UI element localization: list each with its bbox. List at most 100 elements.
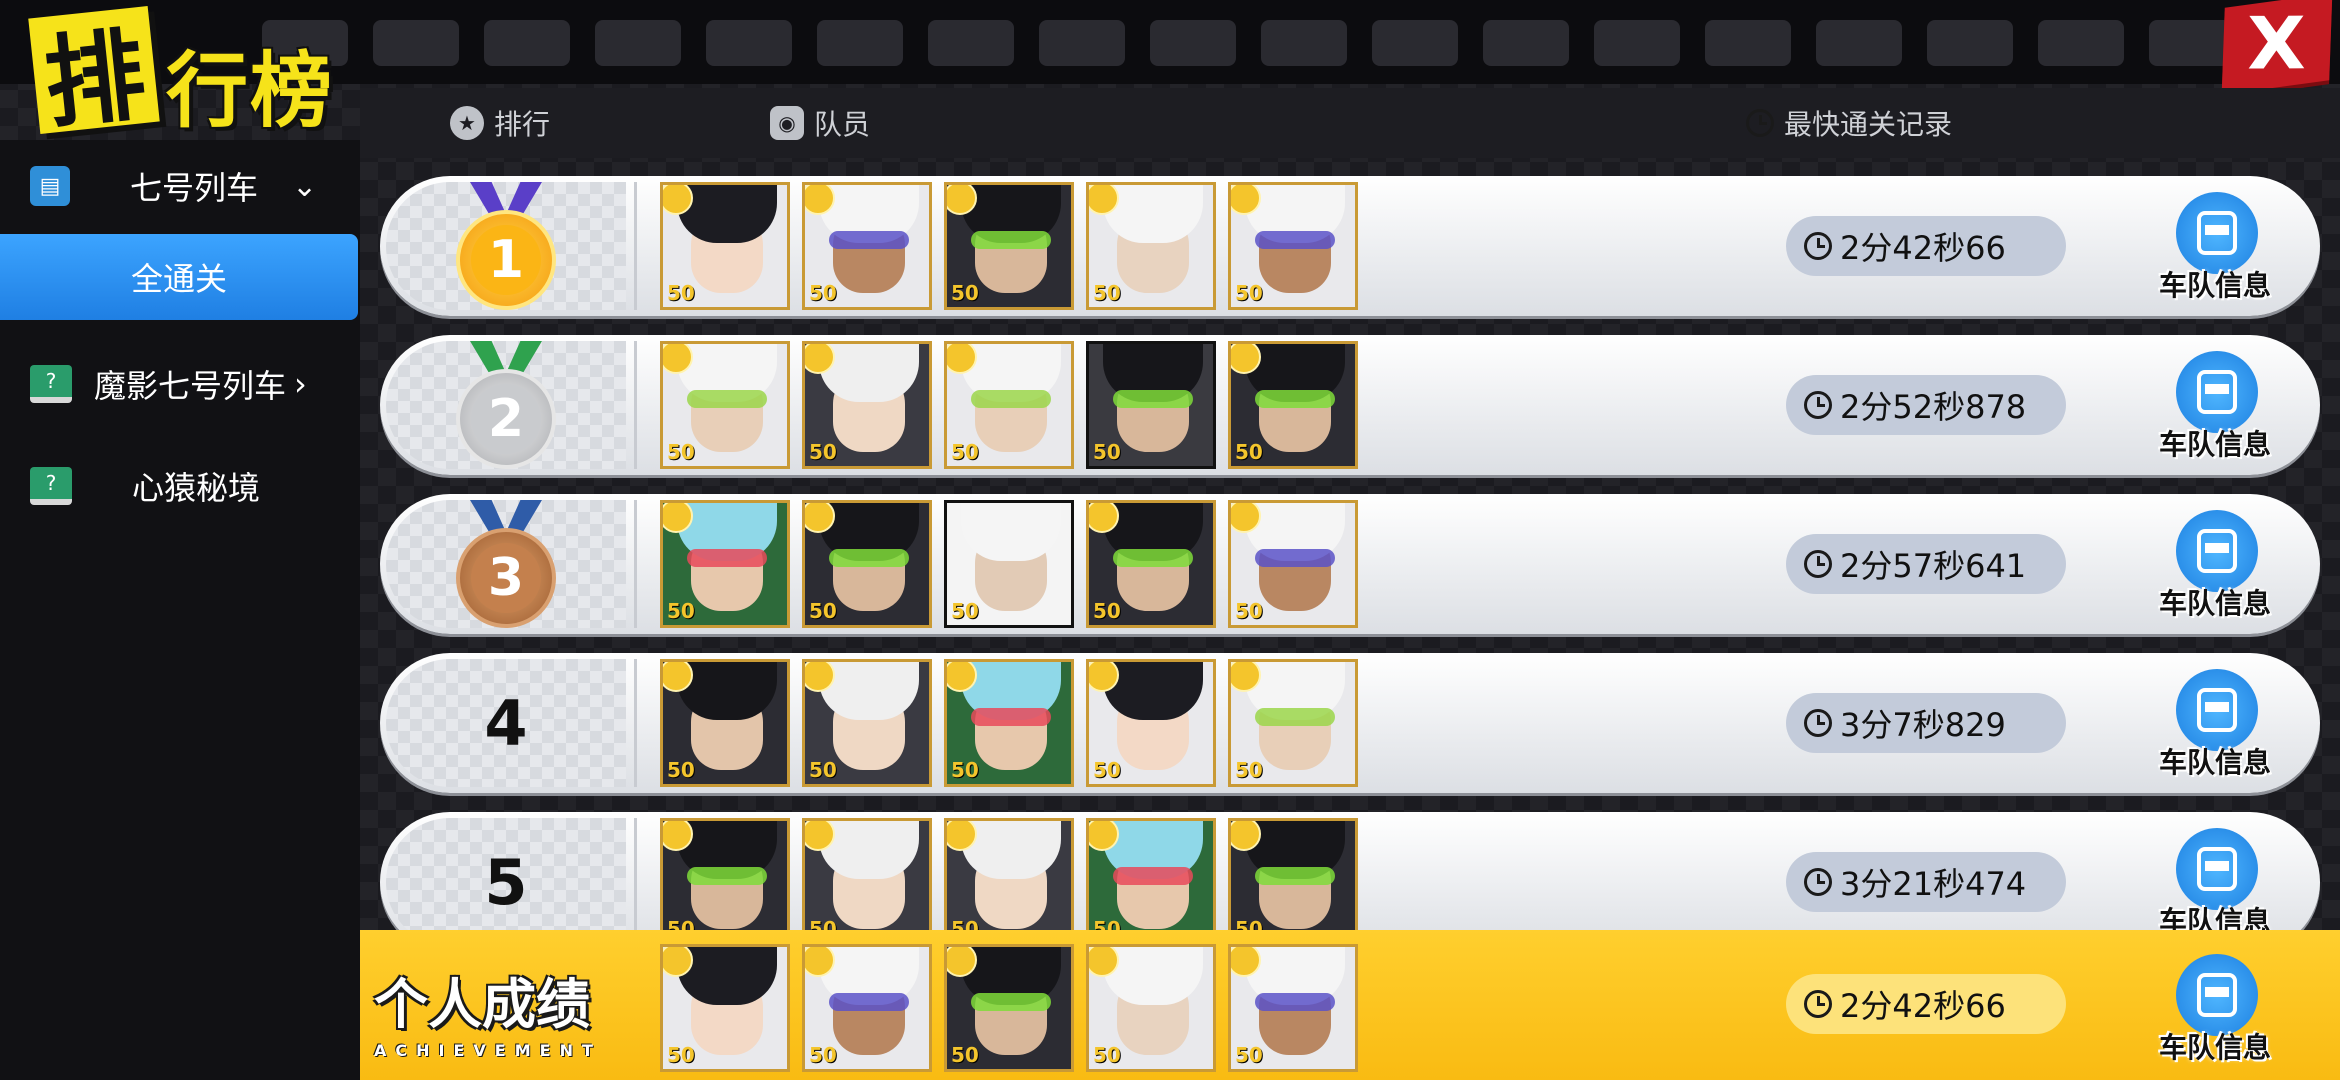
tab-header: ★ 排行 ◉ 队员 最快通关记录: [360, 88, 2340, 158]
rank-cell: 5: [386, 818, 626, 946]
team-member-avatar[interactable]: 50: [1086, 818, 1216, 946]
team-member-avatar[interactable]: 50: [660, 500, 790, 628]
sidebar-item-shadow-train[interactable]: ? 魔影七号列车 ›: [30, 354, 360, 414]
team-member-avatar[interactable]: 50: [1228, 341, 1358, 469]
team-info-button[interactable]: 车队信息: [2140, 351, 2290, 467]
film-slot: [1816, 20, 1902, 66]
film-slot: [484, 20, 570, 66]
team-member-avatar[interactable]: 50: [944, 659, 1074, 787]
logo-badge: 排: [28, 6, 160, 142]
sidebar-item-all-clear[interactable]: 全通关: [0, 234, 358, 320]
team-info-button[interactable]: 车队信息: [2140, 669, 2290, 785]
team-info-button[interactable]: 车队信息: [2140, 828, 2290, 944]
member-level: 50: [1235, 1043, 1263, 1067]
member-level: 50: [951, 758, 979, 782]
team-info-button[interactable]: 车队信息: [2140, 192, 2290, 308]
team-member-avatar[interactable]: 50: [802, 341, 932, 469]
clock-icon: [1804, 709, 1832, 737]
logo-text: 行榜: [166, 43, 335, 139]
clock-icon: [1804, 990, 1832, 1018]
film-slot: [928, 20, 1014, 66]
team-member-avatar[interactable]: 50: [1228, 818, 1358, 946]
bus-icon: [2176, 954, 2258, 1036]
team-member-avatar[interactable]: 50: [1086, 659, 1216, 787]
tab-members[interactable]: ◉ 队员: [770, 100, 870, 146]
rank-number: 1: [471, 225, 541, 295]
team-member-avatar[interactable]: 50: [1086, 944, 1216, 1072]
team-member-avatar[interactable]: 50: [1228, 182, 1358, 310]
bus-icon: [2176, 828, 2258, 910]
train-icon: ▤: [30, 166, 70, 206]
team-member-avatar[interactable]: 50: [802, 818, 932, 946]
team-member-avatar[interactable]: 50: [660, 818, 790, 946]
member-level: 50: [809, 1043, 837, 1067]
film-slot: [1594, 20, 1680, 66]
personal-title-cn: 个人成绩: [374, 972, 590, 1036]
team-avatars: 50 50 50 50 50: [660, 500, 1358, 628]
film-slot: [706, 20, 792, 66]
team-info-label: 车队信息: [2158, 269, 2271, 302]
tab-fastest-record[interactable]: 最快通关记录: [1746, 100, 1952, 146]
film-slot: [2038, 20, 2124, 66]
tab-label: 队员: [814, 108, 871, 141]
team-info-button[interactable]: 车队信息: [2140, 954, 2290, 1070]
team-member-avatar[interactable]: 50: [1228, 500, 1358, 628]
train-dropdown[interactable]: ▤ 七号列车 ⌄: [30, 156, 360, 216]
member-level: 50: [1093, 758, 1121, 782]
computer-icon: ?: [30, 365, 72, 403]
member-level: 50: [667, 758, 695, 782]
chevron-down-icon: ⌄: [292, 168, 318, 204]
team-info-label: 车队信息: [2158, 746, 2271, 779]
bus-icon: [2176, 192, 2258, 274]
team-member-avatar[interactable]: 50: [1086, 341, 1216, 469]
team-member-avatar[interactable]: 50: [944, 818, 1074, 946]
sidebar-item-heart-monkey[interactable]: ? 心猿秘境: [30, 456, 360, 516]
team-member-avatar[interactable]: 50: [1228, 944, 1358, 1072]
ranking-row: 2 50 50 50 50 50 2分52秒878 车队信息: [380, 335, 2320, 475]
team-member-avatar[interactable]: 50: [660, 659, 790, 787]
member-level: 50: [1093, 599, 1121, 623]
team-member-avatar[interactable]: 50: [802, 944, 932, 1072]
film-slot: [1483, 20, 1569, 66]
close-icon: X: [2247, 1, 2307, 87]
clear-time: 3分7秒829: [1840, 706, 2006, 744]
clear-time-pill: 3分21秒474: [1786, 852, 2066, 912]
team-member-avatar[interactable]: 50: [1086, 500, 1216, 628]
team-avatars: 50 50 50 50 50: [660, 659, 1358, 787]
team-info-label: 车队信息: [2158, 587, 2271, 620]
close-button[interactable]: X: [2221, 0, 2333, 95]
clear-time: 2分42秒66: [1840, 229, 2006, 267]
film-slot: [1039, 20, 1125, 66]
team-info-label: 车队信息: [2158, 428, 2271, 461]
team-member-avatar[interactable]: 50: [660, 944, 790, 1072]
personal-time: 2分42秒66: [1840, 987, 2006, 1025]
member-level: 50: [951, 440, 979, 464]
member-level: 50: [667, 281, 695, 305]
personal-achievement-bar: 个人成绩 ACHIEVEMENT 50 50 50 50 50 2分42秒66 车队信息: [360, 930, 2340, 1080]
tab-ranking[interactable]: ★ 排行: [450, 100, 550, 146]
clear-time: 3分21秒474: [1840, 865, 2027, 903]
team-member-avatar[interactable]: 50: [1228, 659, 1358, 787]
team-member-avatar[interactable]: 50: [802, 182, 932, 310]
computer-icon: ?: [30, 467, 72, 505]
film-slot: [1372, 20, 1458, 66]
team-member-avatar[interactable]: 50: [802, 659, 932, 787]
team-member-avatar[interactable]: 50: [944, 500, 1074, 628]
team-member-avatar[interactable]: 50: [944, 341, 1074, 469]
team-member-avatar[interactable]: 50: [1086, 182, 1216, 310]
clock-icon: [1804, 868, 1832, 896]
team-member-avatar[interactable]: 50: [944, 944, 1074, 1072]
member-level: 50: [809, 758, 837, 782]
member-level: 50: [667, 1043, 695, 1067]
team-member-avatar[interactable]: 50: [660, 182, 790, 310]
film-slot: [817, 20, 903, 66]
member-level: 50: [951, 1043, 979, 1067]
team-member-avatar[interactable]: 50: [802, 500, 932, 628]
team-member-avatar[interactable]: 50: [660, 341, 790, 469]
sidebar-item-label: 心猿秘境: [132, 469, 261, 507]
silver-medal-icon: 2: [454, 341, 558, 469]
team-info-button[interactable]: 车队信息: [2140, 510, 2290, 626]
member-level: 50: [667, 599, 695, 623]
film-slot: [1927, 20, 2013, 66]
team-member-avatar[interactable]: 50: [944, 182, 1074, 310]
